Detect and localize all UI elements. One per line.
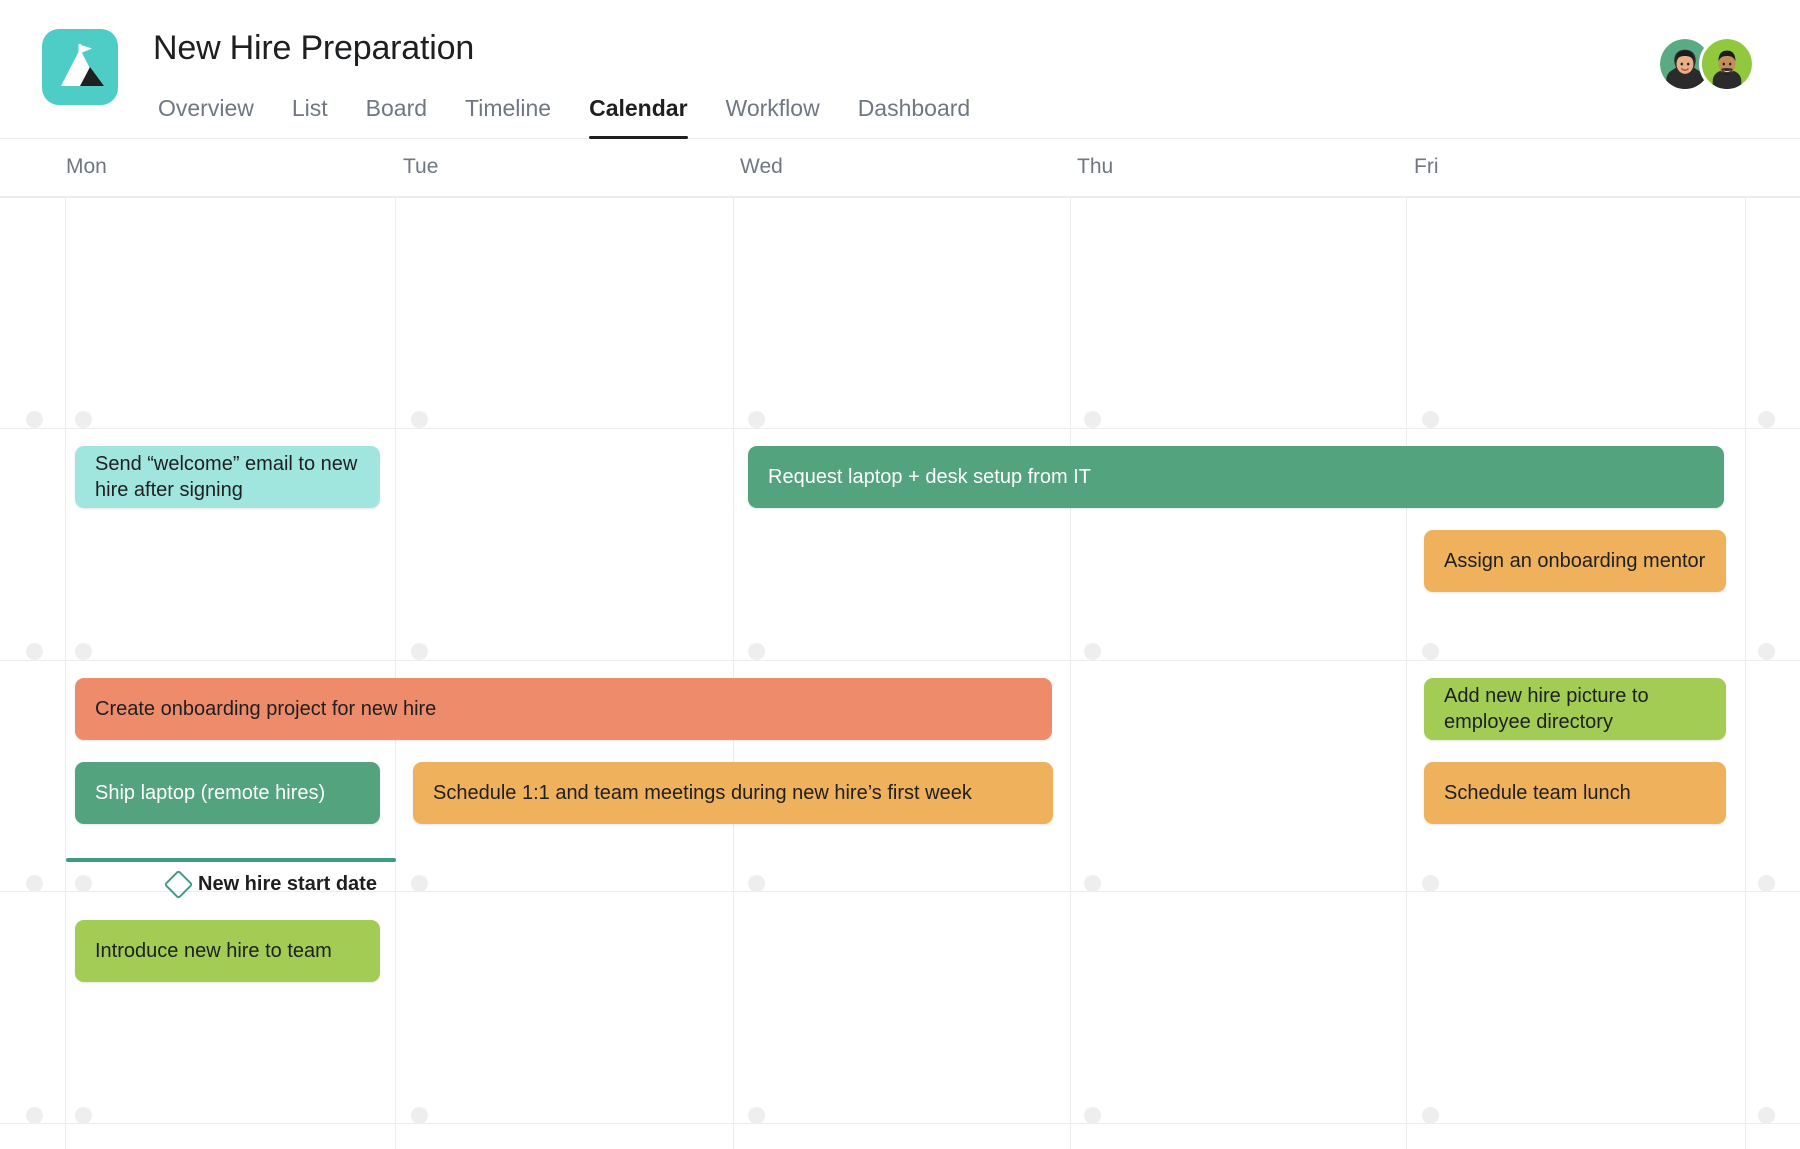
grid-week-line [0,197,1800,198]
task-card[interactable]: Send “welcome” email to new hire after s… [75,446,380,508]
task-title: Ship laptop (remote hires) [95,782,326,804]
day-number-placeholder[interactable] [75,411,92,428]
grid-week-line [0,660,1800,661]
day-number-placeholder[interactable] [411,411,428,428]
task-card[interactable]: Introduce new hire to team [75,920,380,982]
task-card[interactable]: Assign an onboarding mentor [1424,530,1726,592]
task-card[interactable]: Schedule 1:1 and team meetings during ne… [413,762,1053,824]
weekday-thu: Thu [1077,155,1114,178]
tab-calendar[interactable]: Calendar [570,95,706,139]
tab-board[interactable]: Board [347,95,446,139]
task-card[interactable]: Create onboarding project for new hire [75,678,1052,740]
milestone-bar [66,858,396,862]
weekday-wed: Wed [740,155,783,178]
task-card[interactable]: Request laptop + desk setup from IT [748,446,1724,508]
day-number-placeholder[interactable] [748,411,765,428]
task-title: Schedule team lunch [1444,782,1631,804]
tab-timeline[interactable]: Timeline [446,95,570,139]
grid-week-line [0,428,1800,429]
grid-column-line [395,197,396,1149]
grid-column-line [1745,197,1746,1149]
task-card[interactable]: Schedule team lunch [1424,762,1726,824]
day-number-placeholder[interactable] [75,1107,92,1124]
weekday-header-row: Mon Tue Wed Thu Fri [0,139,1800,197]
calendar-grid: Send “welcome” email to new hire after s… [0,197,1800,1149]
day-number-placeholder[interactable] [75,643,92,660]
project-logo[interactable] [42,29,118,105]
day-number-placeholder[interactable] [1084,643,1101,660]
day-number-placeholder[interactable] [1758,643,1775,660]
day-number-placeholder[interactable] [411,643,428,660]
weekday-fri: Fri [1414,155,1439,178]
task-card[interactable]: Ship laptop (remote hires) [75,762,380,824]
page-title: New Hire Preparation [153,29,475,67]
grid-week-line [0,1123,1800,1124]
day-number-placeholder[interactable] [748,875,765,892]
weekday-tue: Tue [403,155,439,178]
day-number-placeholder[interactable] [1422,643,1439,660]
app-header: New Hire Preparation Overview List Board… [0,0,1800,139]
member-avatars [1657,36,1755,92]
grid-column-line [1070,197,1071,1149]
task-card[interactable]: Add new hire picture to employee directo… [1424,678,1726,740]
day-number-placeholder[interactable] [75,875,92,892]
member-avatar-2[interactable] [1699,36,1755,92]
day-number-placeholder[interactable] [411,1107,428,1124]
task-title: Assign an onboarding mentor [1444,550,1706,572]
tab-dashboard[interactable]: Dashboard [839,95,990,139]
day-number-placeholder[interactable] [26,643,43,660]
day-number-placeholder[interactable] [1422,875,1439,892]
day-number-placeholder[interactable] [748,643,765,660]
task-title: Send “welcome” email to new hire after s… [95,453,358,501]
grid-column-line [1406,197,1407,1149]
milestone-label: New hire start date [198,873,377,895]
grid-column-line [65,197,66,1149]
day-number-placeholder[interactable] [1758,875,1775,892]
grid-column-line [733,197,734,1149]
day-number-placeholder[interactable] [26,411,43,428]
task-title: Request laptop + desk setup from IT [768,466,1091,488]
day-number-placeholder[interactable] [1084,411,1101,428]
day-number-placeholder[interactable] [1422,411,1439,428]
task-title: Add new hire picture to employee directo… [1444,685,1649,733]
day-number-placeholder[interactable] [748,1107,765,1124]
calendar-app: New Hire Preparation Overview List Board… [0,0,1800,1149]
task-title: Schedule 1:1 and team meetings during ne… [433,782,972,804]
day-number-placeholder[interactable] [1084,1107,1101,1124]
view-tabs: Overview List Board Timeline Calendar Wo… [154,83,989,139]
day-number-placeholder[interactable] [1422,1107,1439,1124]
milestone-new-hire-start-date[interactable]: New hire start date [163,869,377,900]
tab-workflow[interactable]: Workflow [707,95,839,139]
tab-overview[interactable]: Overview [154,95,273,139]
task-title: Introduce new hire to team [95,940,332,962]
day-number-placeholder[interactable] [26,875,43,892]
diamond-milestone-icon [163,869,194,900]
day-number-placeholder[interactable] [1084,875,1101,892]
day-number-placeholder[interactable] [1758,411,1775,428]
day-number-placeholder[interactable] [411,875,428,892]
day-number-placeholder[interactable] [26,1107,43,1124]
tab-list[interactable]: List [273,95,347,139]
mountain-flag-icon [42,29,118,105]
task-title: Create onboarding project for new hire [95,698,437,720]
weekday-mon: Mon [66,155,107,178]
day-number-placeholder[interactable] [1758,1107,1775,1124]
